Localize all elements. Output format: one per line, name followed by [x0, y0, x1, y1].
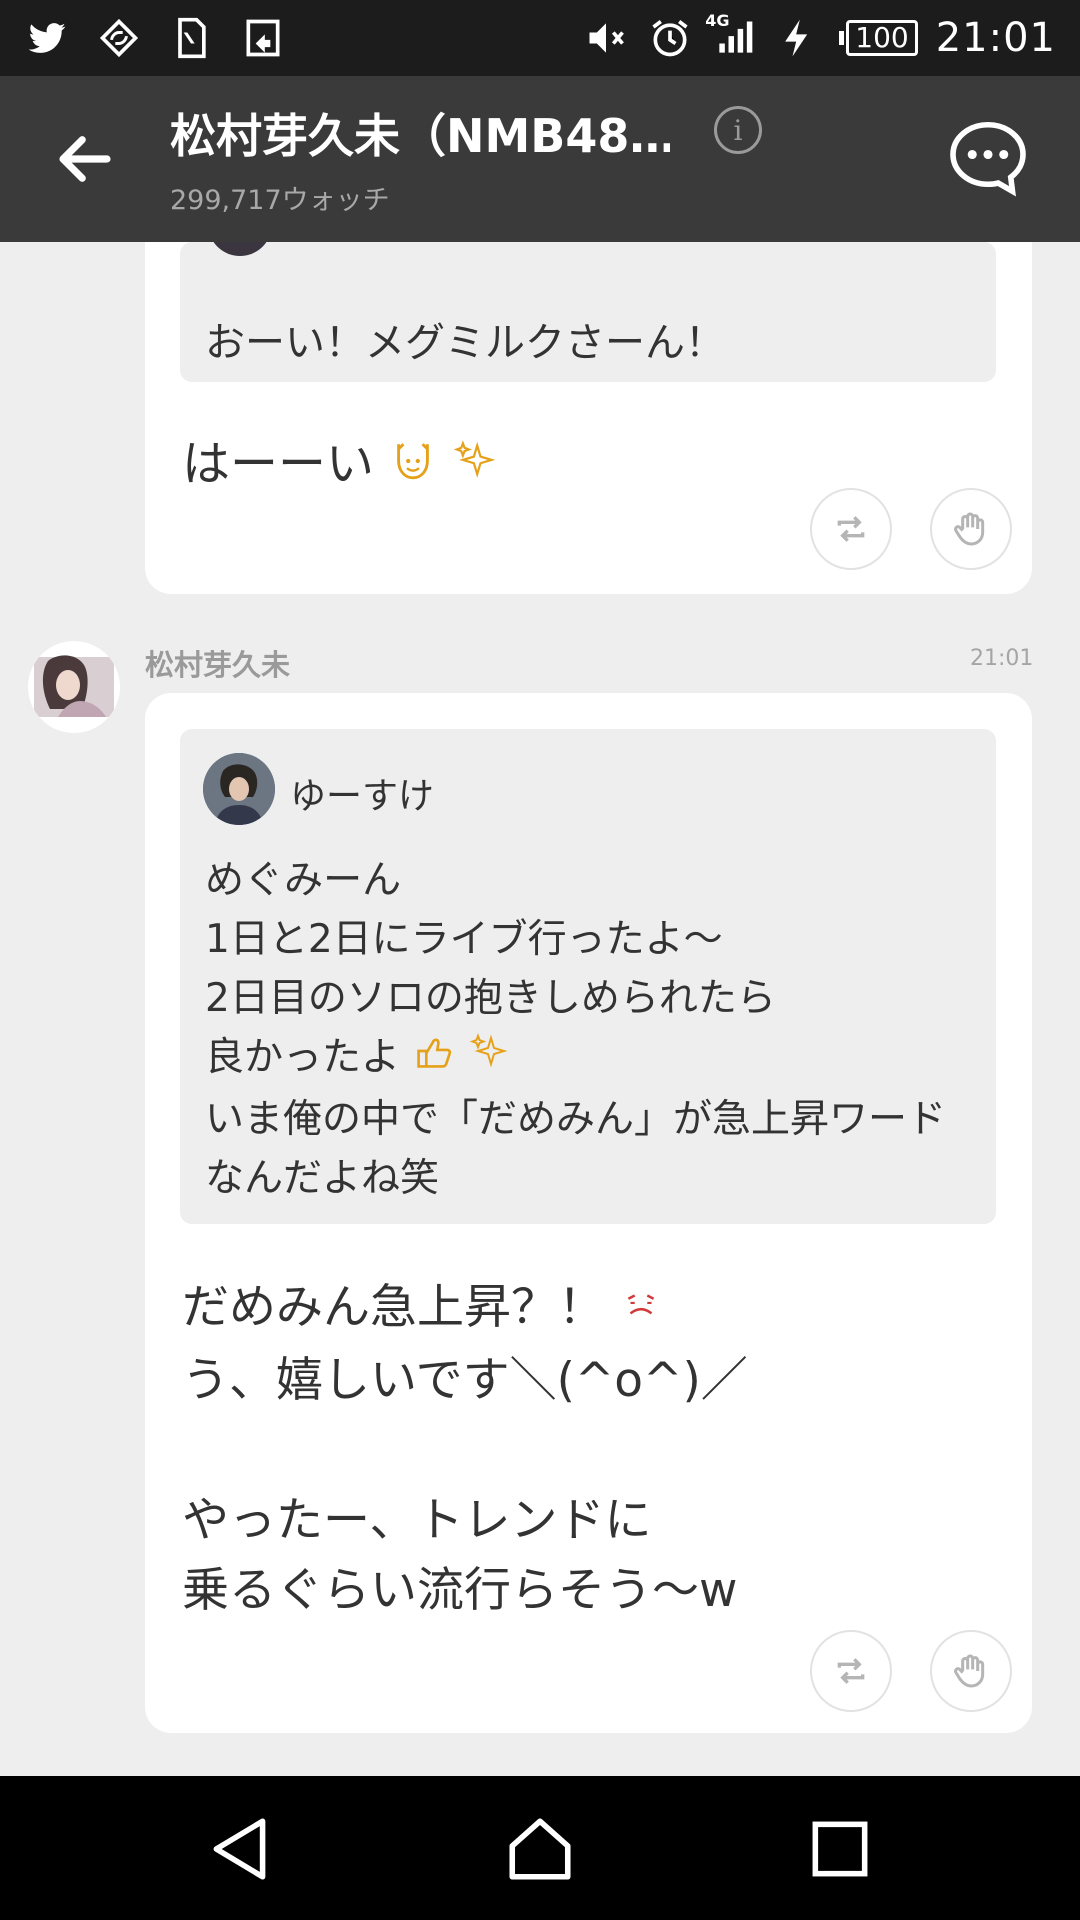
nav-home-icon[interactable]: [503, 1812, 577, 1886]
page-title: 松村芽久未（NMB48…: [170, 109, 670, 163]
quote-author-avatar: [203, 753, 275, 825]
quoted-message: ゆーすけ めぐみーん 1日と2日にライブ行ったよ〜 2日目のソロの抱きしめられた…: [180, 729, 996, 1224]
message-card: ゆーすけ めぐみーん 1日と2日にライブ行ったよ〜 2日目のソロの抱きしめられた…: [145, 693, 1032, 1733]
app-bar: 松村芽久未（NMB48… 299,717ウォッチ i: [0, 76, 1080, 242]
author-avatar[interactable]: [28, 641, 120, 733]
reply-text: だめみん急上昇？！ う、嬉しいです＼(^o^)／ やったー、トレンドに 乗るぐら…: [182, 1273, 748, 1626]
nav-back-icon[interactable]: [204, 1812, 278, 1886]
message-time: 21:01: [970, 646, 1034, 671]
mute-icon: [583, 15, 629, 61]
nav-recents-icon[interactable]: [803, 1812, 877, 1886]
status-clock: 21:01: [935, 15, 1056, 61]
quote-text: おーい！メグミルクさーん！: [205, 320, 725, 366]
repost-button[interactable]: [810, 1630, 892, 1712]
twitter-icon: [24, 15, 70, 61]
quote-text: めぐみーん 1日と2日にライブ行ったよ〜 2日目のソロの抱きしめられたら 良かっ…: [205, 858, 947, 1201]
battery-level: 100: [846, 20, 918, 56]
sparkles-emoji-icon: [469, 1030, 509, 1089]
raised-hands-emoji-icon: [389, 437, 437, 497]
charging-icon: [775, 15, 821, 61]
network-type-label: 4G: [705, 11, 730, 30]
alarm-icon: [647, 15, 693, 61]
sim-card-icon: [168, 15, 214, 61]
quote-author-avatar: [208, 242, 272, 256]
chat-bubble-icon[interactable]: [946, 116, 1030, 200]
message-author: 松村芽久未: [145, 648, 291, 682]
reaction-hand-button[interactable]: [930, 1630, 1012, 1712]
watcher-count: 299,717ウォッチ: [170, 185, 390, 216]
sparkles-emoji-icon: [453, 439, 497, 495]
message-card: おーい！メグミルクさーん！ はーーい: [145, 242, 1032, 594]
reaction-hand-button[interactable]: [930, 488, 1012, 570]
signal-icon: 4G: [705, 11, 757, 61]
share-icon: [240, 15, 286, 61]
reply-text: はーーい: [182, 424, 497, 497]
back-arrow-icon[interactable]: [52, 126, 118, 192]
sync-icon: [96, 15, 142, 61]
navigation-bar: [0, 1776, 1080, 1920]
repost-button[interactable]: [810, 488, 892, 570]
quoted-message: おーい！メグミルクさーん！: [180, 242, 996, 382]
battery-indicator: 100: [839, 20, 918, 56]
message-feed[interactable]: おーい！メグミルクさーん！ はーーい 松村芽久未 21:01 ゆーすけ めぐみー…: [0, 242, 1080, 1776]
status-bar: 4G 100 21:01: [0, 0, 1080, 76]
info-icon[interactable]: i: [714, 106, 762, 154]
sad-face-emoji-icon: [620, 1276, 662, 1346]
thumbs-up-emoji-icon: [412, 1029, 456, 1090]
quote-author-name: ゆーすけ: [290, 776, 435, 817]
